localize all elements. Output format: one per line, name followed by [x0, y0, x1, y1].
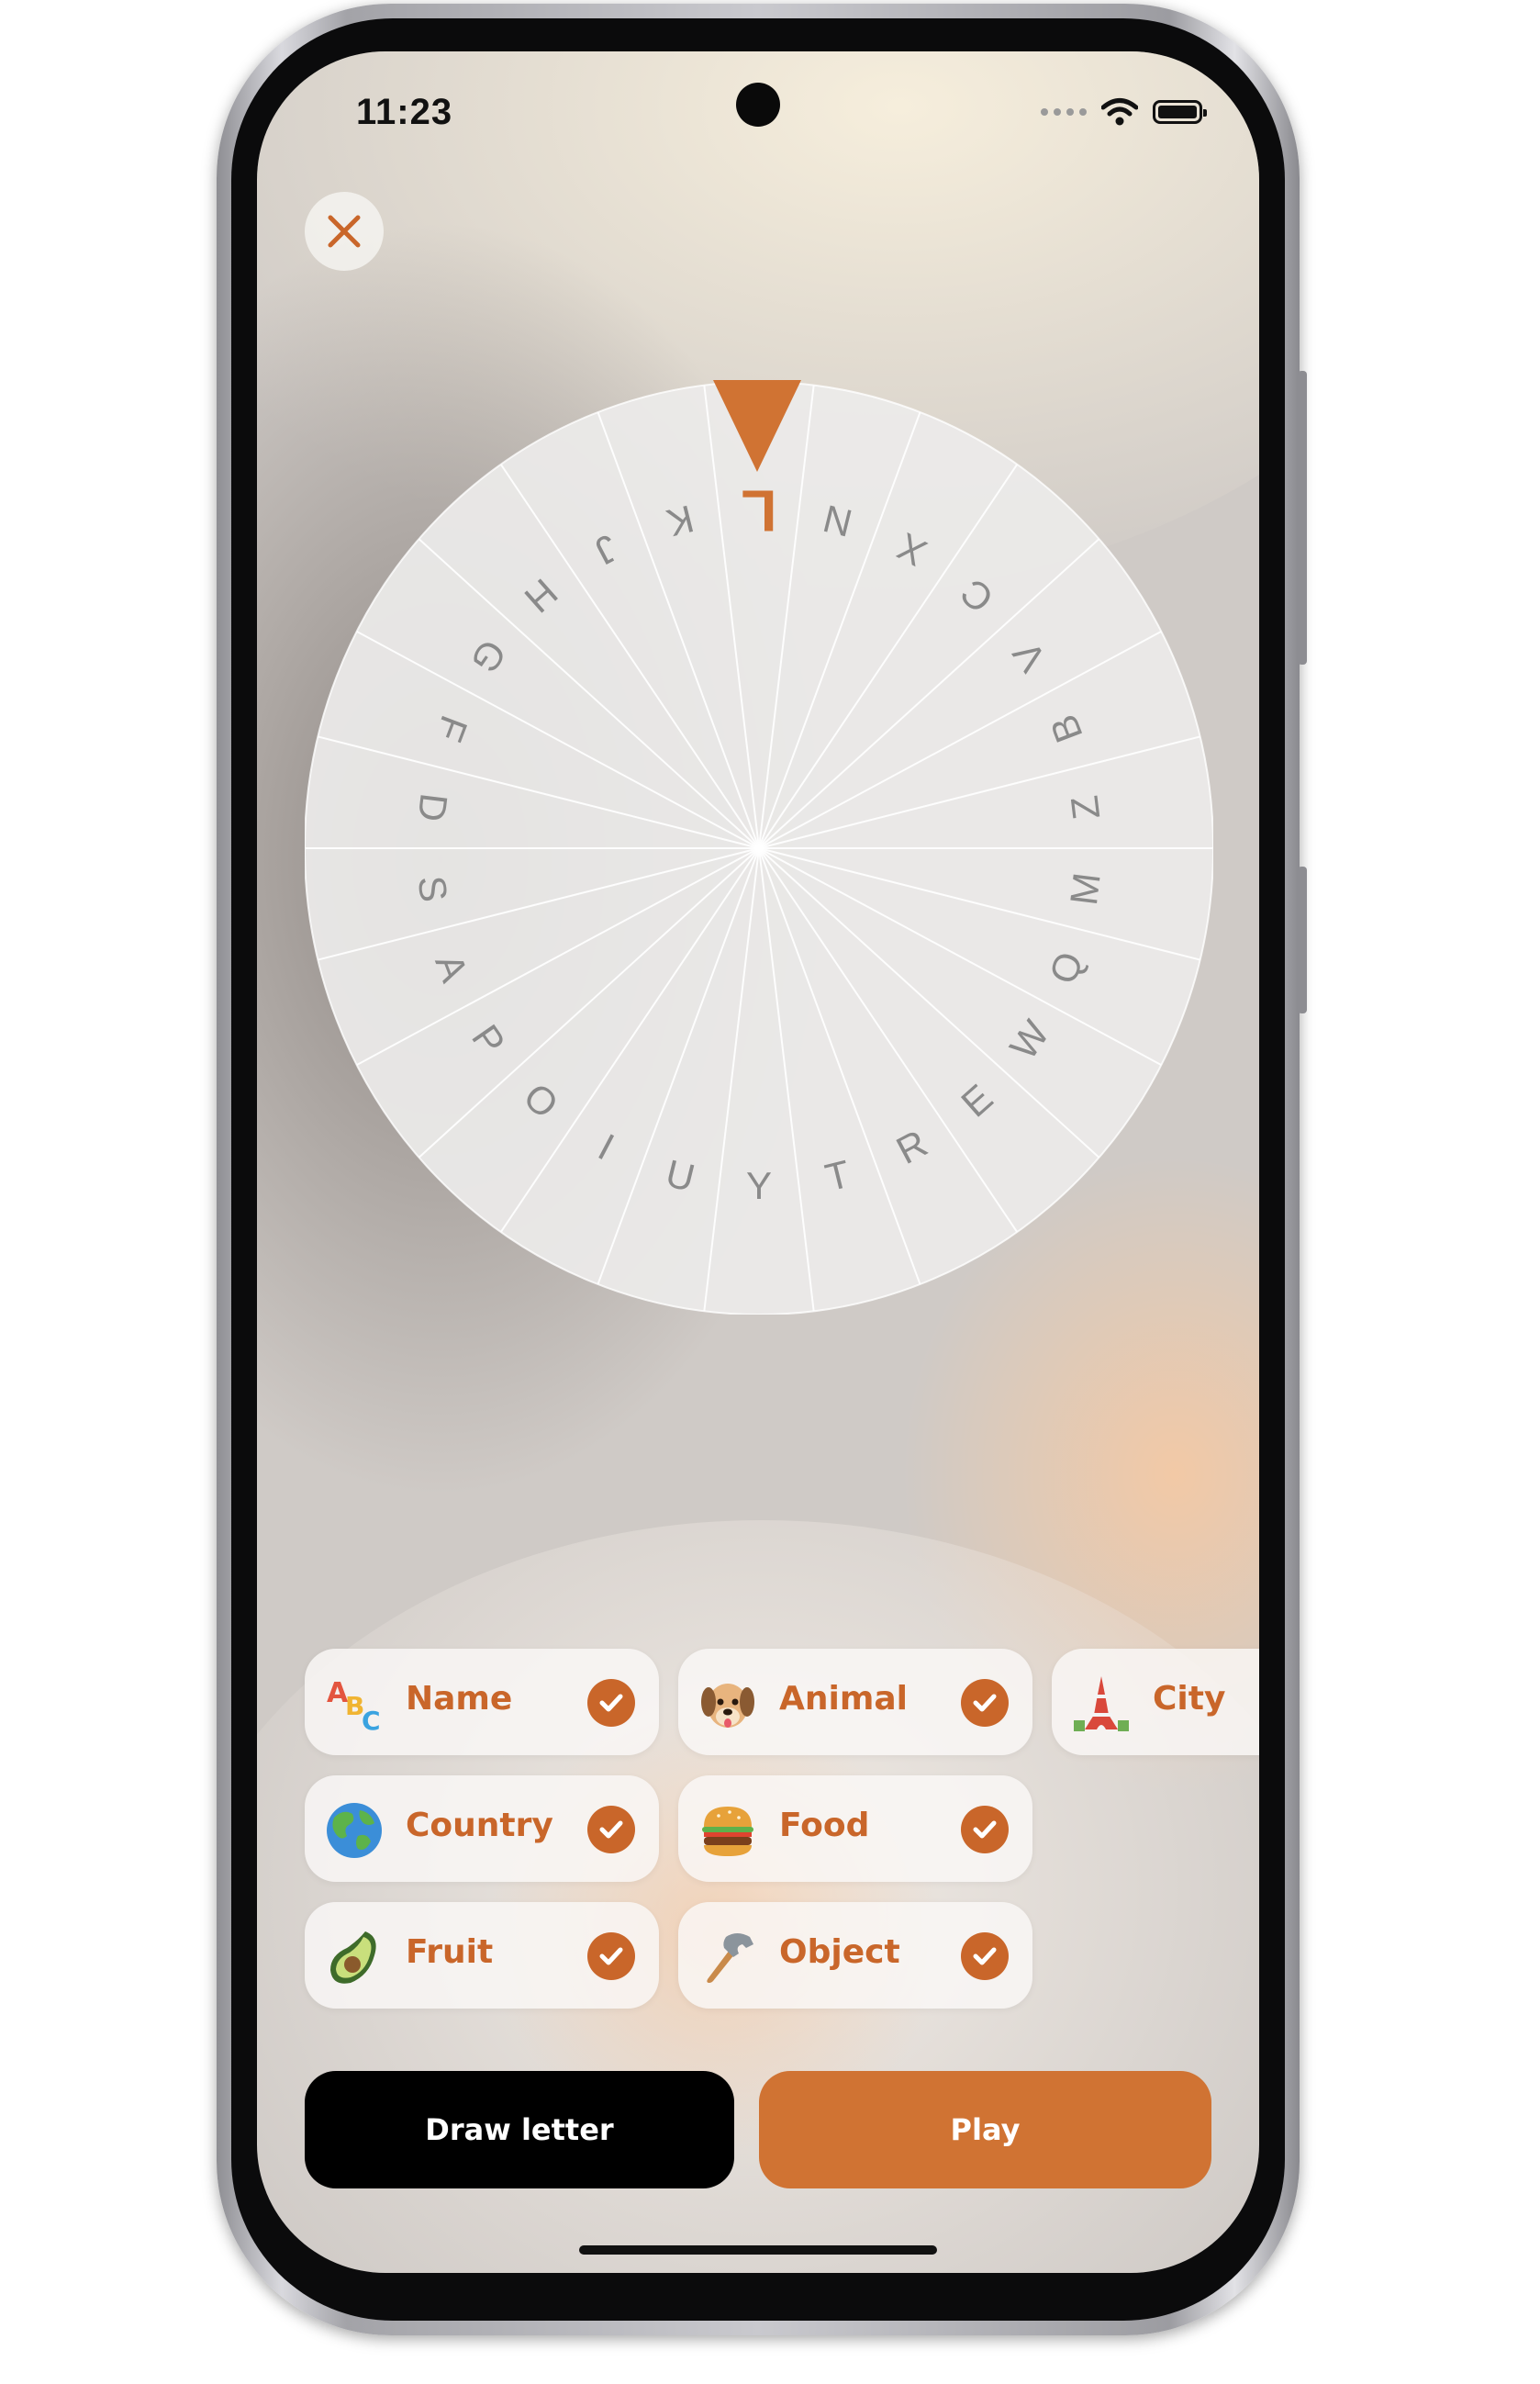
- hammer-icon: [707, 1933, 753, 1983]
- category-chip-food[interactable]: Food: [678, 1775, 1032, 1882]
- checkmark-icon[interactable]: [587, 1679, 635, 1727]
- close-icon: [328, 215, 361, 248]
- front-camera: [736, 83, 780, 127]
- category-chip-object[interactable]: Object: [678, 1902, 1032, 2009]
- wheel-letter: S: [410, 874, 456, 904]
- checkmark-icon[interactable]: [587, 1932, 635, 1980]
- draw-letter-button[interactable]: Draw letter: [305, 2071, 734, 2188]
- side-button: [1298, 867, 1307, 1013]
- wheel-hub: [756, 845, 762, 851]
- category-label: Country: [406, 1807, 553, 1844]
- category-chip-fruit[interactable]: Fruit: [305, 1902, 659, 2009]
- wheel-letter: Y: [746, 1164, 772, 1207]
- category-label: Animal: [779, 1680, 908, 1718]
- play-button[interactable]: Play: [759, 2071, 1211, 2188]
- home-indicator: [579, 2245, 937, 2255]
- checkmark-icon[interactable]: [961, 1932, 1009, 1980]
- signal-icon: [1041, 108, 1087, 116]
- close-button[interactable]: [305, 192, 384, 271]
- letter-wheel[interactable]: L NXCVBZMQWERTYUIOPASDFGHJK: [305, 382, 1213, 1315]
- tower-icon: [1074, 1676, 1129, 1731]
- checkmark-icon[interactable]: [961, 1679, 1009, 1727]
- wheel-pointer-icon: [713, 380, 801, 472]
- category-label: Food: [779, 1807, 870, 1844]
- wifi-icon: [1101, 98, 1138, 126]
- phone-frame: 11:23 LNXCVBZMQWERTYUIOPASDFGHJK A B C N…: [217, 4, 1307, 2335]
- status-icons: [1041, 97, 1207, 127]
- dog-icon: [701, 1684, 754, 1728]
- category-chip-country[interactable]: Country: [305, 1775, 659, 1882]
- checkmark-icon[interactable]: [587, 1806, 635, 1853]
- category-chip-animal[interactable]: Animal: [678, 1649, 1032, 1755]
- category-chip-name[interactable]: A B C Name: [305, 1649, 659, 1755]
- avocado-icon: [330, 1931, 376, 1984]
- wheel-letter-selected: L: [741, 478, 776, 544]
- screen: 11:23 LNXCVBZMQWERTYUIOPASDFGHJK A B C N…: [257, 51, 1259, 2273]
- globe-icon: [327, 1803, 382, 1858]
- category-chip-city[interactable]: City: [1052, 1649, 1259, 1755]
- wheel-letter: D: [409, 791, 455, 824]
- side-button: [1298, 371, 1307, 665]
- status-time: 11:23: [356, 92, 453, 132]
- category-label: Object: [779, 1933, 900, 1971]
- category-label: Name: [406, 1680, 513, 1718]
- category-label: Fruit: [406, 1933, 494, 1971]
- wheel-letter: M: [1062, 870, 1109, 907]
- burger-icon: [702, 1807, 753, 1856]
- abc-icon: A B C: [327, 1677, 381, 1733]
- svg-text:C: C: [362, 1706, 381, 1733]
- checkmark-icon[interactable]: [961, 1806, 1009, 1853]
- battery-icon: [1153, 100, 1207, 124]
- category-label: City: [1153, 1680, 1226, 1718]
